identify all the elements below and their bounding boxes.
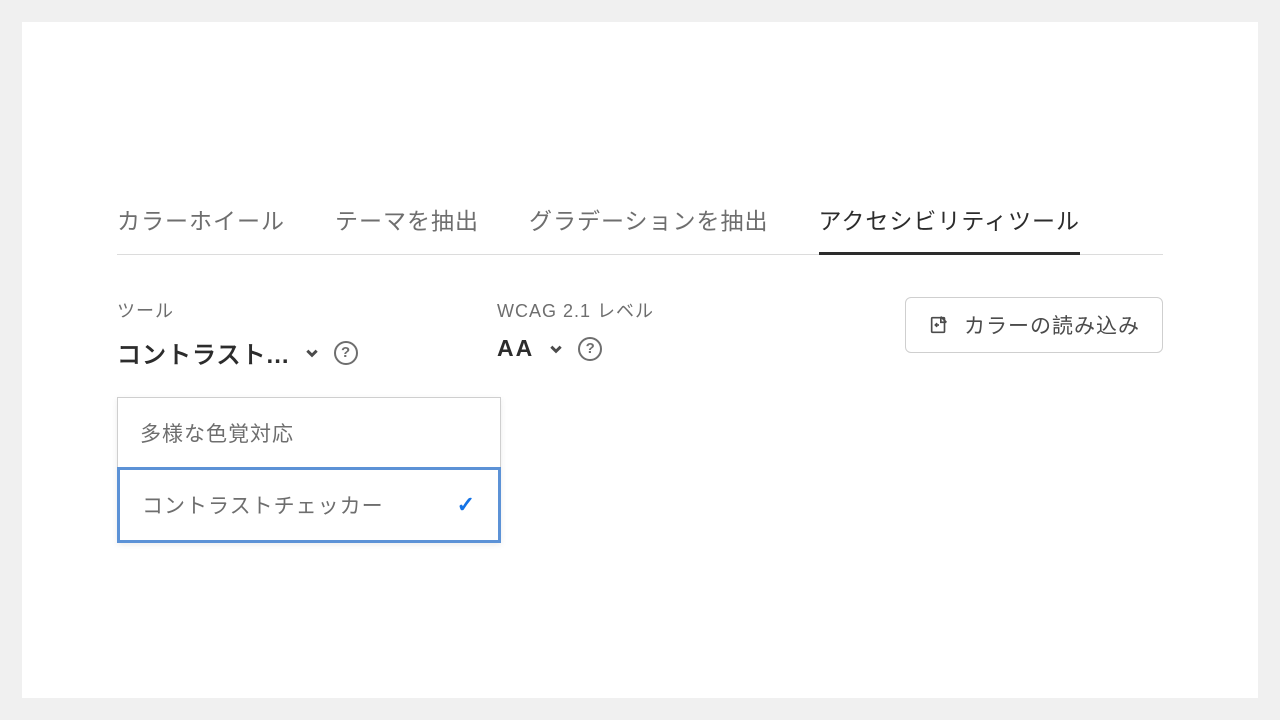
tool-label: ツール <box>117 297 437 323</box>
tab-extract-gradient[interactable]: グラデーションを抽出 <box>529 202 769 254</box>
tab-accessibility-tools[interactable]: アクセシビリティツール <box>819 202 1080 254</box>
load-color-button[interactable]: カラーの読み込み <box>905 297 1163 353</box>
load-color-label: カラーの読み込み <box>964 310 1140 340</box>
panel: カラーホイール テーマを抽出 グラデーションを抽出 アクセシビリティツール ツー… <box>22 22 1258 698</box>
tab-bar: カラーホイール テーマを抽出 グラデーションを抽出 アクセシビリティツール <box>117 202 1163 255</box>
tool-select-value: コントラスト... <box>117 335 290 370</box>
wcag-field: WCAG 2.1 レベル AA ? <box>497 297 677 362</box>
tool-select[interactable]: コントラスト... ? <box>117 335 437 370</box>
wcag-select-value: AA <box>497 335 534 362</box>
controls-row: ツール コントラスト... ? 多様な色覚対応 コントラストチェッカー ✓ WC… <box>117 297 1163 370</box>
wcag-help-icon[interactable]: ? <box>578 337 602 361</box>
chevron-down-icon <box>548 341 564 357</box>
option-label: コントラストチェッカー <box>142 490 384 520</box>
wcag-select[interactable]: AA ? <box>497 335 677 362</box>
check-icon: ✓ <box>457 492 476 518</box>
option-color-blind-safe[interactable]: 多様な色覚対応 <box>118 398 500 468</box>
option-contrast-checker[interactable]: コントラストチェッカー ✓ <box>117 467 501 543</box>
option-label: 多様な色覚対応 <box>140 418 294 448</box>
chevron-down-icon <box>304 345 320 361</box>
import-icon <box>928 314 950 336</box>
tab-color-wheel[interactable]: カラーホイール <box>117 202 285 254</box>
tab-extract-theme[interactable]: テーマを抽出 <box>335 202 479 254</box>
tool-help-icon[interactable]: ? <box>334 341 358 365</box>
tool-field: ツール コントラスト... ? 多様な色覚対応 コントラストチェッカー ✓ <box>117 297 437 370</box>
tool-dropdown: 多様な色覚対応 コントラストチェッカー ✓ <box>117 397 501 543</box>
wcag-label: WCAG 2.1 レベル <box>497 297 677 323</box>
